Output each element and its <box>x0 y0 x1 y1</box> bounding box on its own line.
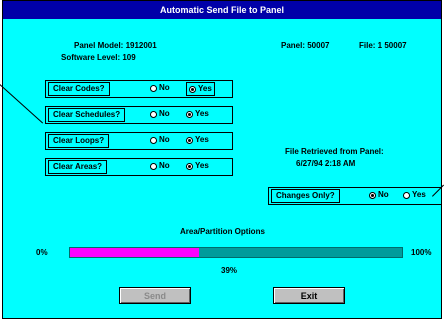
clear-areas-no-radio[interactable]: No <box>150 160 170 172</box>
clear-codes-no-radio[interactable]: No <box>150 82 170 94</box>
retrieved-label: File Retrieved from Panel: <box>285 147 384 156</box>
radio-circle-icon <box>150 110 157 118</box>
clear-loops-no-radio[interactable]: No <box>150 134 170 146</box>
changes-only-label: Changes Only? <box>271 189 340 203</box>
progress-title: Area/Partition Options <box>180 227 265 236</box>
send-file-dialog: Automatic Send File to Panel Panel Model… <box>2 0 442 319</box>
radio-selected-icon <box>369 191 376 199</box>
radio-selected-icon <box>186 110 193 118</box>
software-level-label: Software Level: 109 <box>61 53 136 62</box>
radio-selected-icon <box>186 162 193 170</box>
progress-bar <box>69 247 403 258</box>
clear-areas-group: Clear Areas? No Yes <box>45 158 233 176</box>
clear-areas-label: Clear Areas? <box>48 160 108 174</box>
retrieved-datetime: 6/27/94 2:18 AM <box>296 159 356 168</box>
panel-model-label: Panel Model: 1912001 <box>74 41 157 50</box>
clear-schedules-group: Clear Schedules? No Yes <box>45 106 233 124</box>
clear-schedules-yes-radio[interactable]: Yes <box>186 108 209 120</box>
clear-loops-group: Clear Loops? No Yes <box>45 132 233 150</box>
changes-only-group: Changes Only? No Yes <box>268 187 442 205</box>
file-id-label: File: 1 50007 <box>359 41 407 50</box>
clear-loops-yes-radio[interactable]: Yes <box>186 134 209 146</box>
changes-only-no-radio[interactable]: No <box>369 189 389 201</box>
clear-codes-group: Clear Codes? No Yes <box>45 80 233 98</box>
send-button[interactable]: Send <box>119 287 191 304</box>
radio-selected-icon <box>186 136 193 144</box>
clear-areas-yes-radio[interactable]: Yes <box>186 160 209 172</box>
radio-circle-icon <box>403 191 410 199</box>
radio-circle-icon <box>150 136 157 144</box>
clear-loops-label: Clear Loops? <box>48 134 110 148</box>
clear-schedules-no-radio[interactable]: No <box>150 108 170 120</box>
clear-codes-yes-radio[interactable]: Yes <box>186 82 215 96</box>
progress-max-label: 100% <box>411 248 432 257</box>
progress-min-label: 0% <box>36 248 48 257</box>
radio-selected-icon <box>189 85 196 93</box>
window-title: Automatic Send File to Panel <box>3 1 441 19</box>
radio-circle-icon <box>150 84 157 92</box>
progress-value-label: 39% <box>221 266 238 275</box>
exit-button[interactable]: Exit <box>273 287 345 304</box>
panel-id-label: Panel: 50007 <box>281 41 330 50</box>
clear-codes-label: Clear Codes? <box>48 82 110 96</box>
radio-circle-icon <box>150 162 157 170</box>
progress-fill <box>70 248 200 257</box>
changes-only-yes-radio[interactable]: Yes <box>403 189 426 201</box>
clear-schedules-label: Clear Schedules? <box>48 108 126 122</box>
